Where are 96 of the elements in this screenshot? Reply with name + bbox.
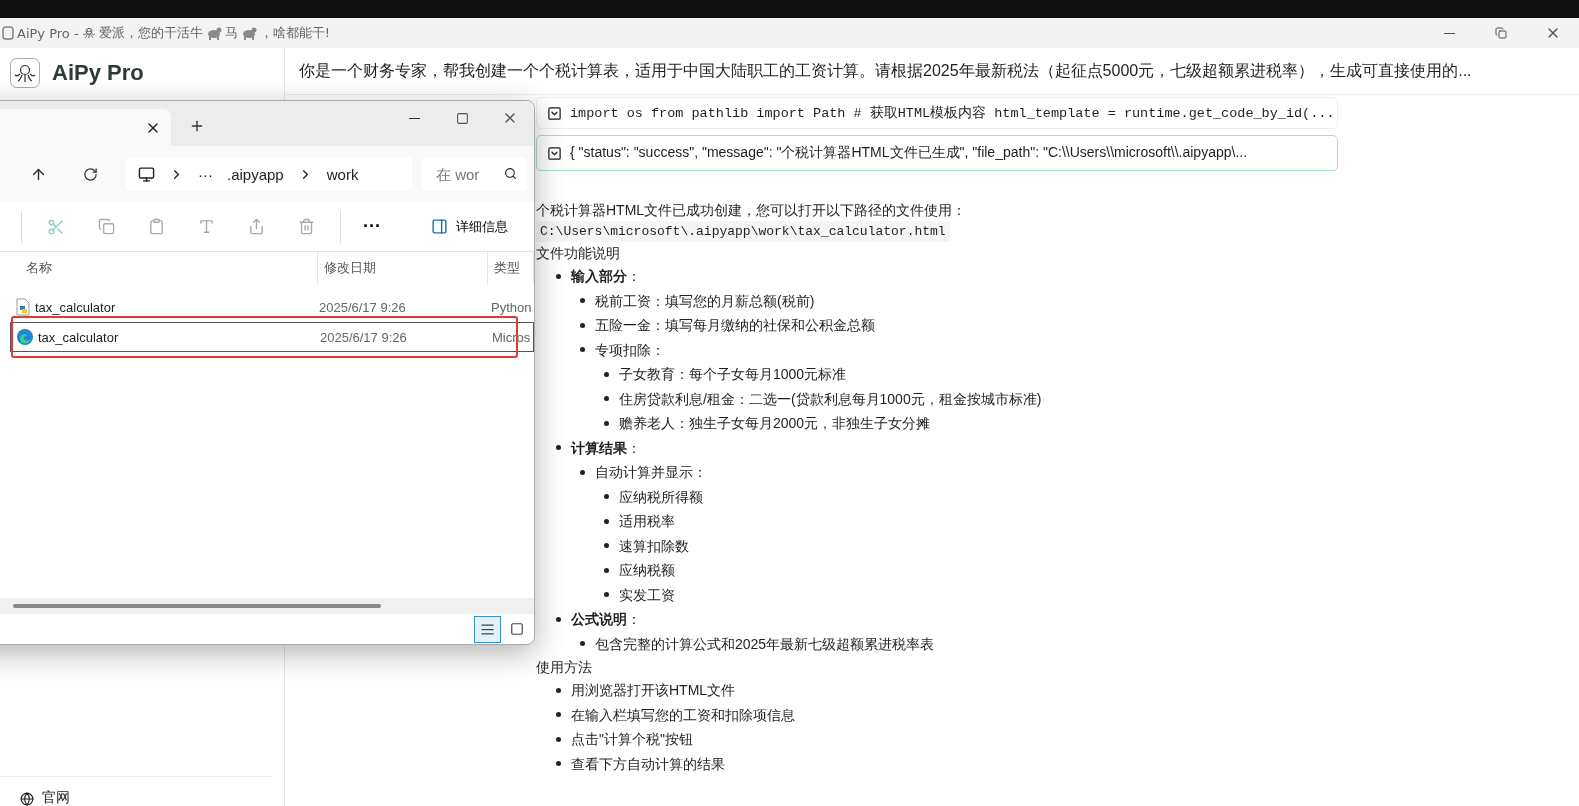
list-item: 计算结果： (571, 438, 641, 458)
list-item: 应纳税所得额 (619, 487, 703, 507)
address-bar[interactable]: ··· .aipyapp work (126, 157, 412, 191)
column-header[interactable]: 名称 (0, 252, 318, 284)
horizontal-scrollbar[interactable] (0, 598, 534, 614)
bullet-icon (556, 736, 561, 742)
window-title: AiPy Pro - (17, 25, 79, 41)
plus-icon (189, 118, 205, 134)
copy-icon (97, 218, 115, 235)
bullet-icon (604, 420, 609, 426)
breadcrumb[interactable]: ··· (198, 165, 213, 183)
list-item: 查看下方自动计算的结果 (571, 754, 725, 774)
list-item: 适用税率 (619, 512, 675, 531)
list-item: 赡养老人：独生子女每月2000元，非独生子女分摊 (619, 414, 931, 433)
breadcrumb[interactable]: work (326, 165, 359, 183)
tile-view-icon (509, 622, 524, 636)
search-field[interactable]: 在 wor (422, 157, 527, 191)
list-item: 在输入栏填写您的工资和扣除项信息 (571, 705, 795, 725)
bullet-icon (556, 761, 561, 767)
scissors-icon (47, 217, 65, 236)
file-date: 2025/6/17 9:26 (318, 299, 407, 315)
app-icon (2, 26, 14, 40)
file-path: C:\Users\microsoft\.aipyapp\work\tax_calculator.html (536, 221, 950, 242)
list-item: 公式说明： (571, 610, 641, 629)
list-item: 专项扣除： (595, 340, 665, 360)
bullet-icon (580, 298, 585, 304)
bullet-icon (604, 396, 609, 402)
file-row[interactable]: tax_calculator 2025/6/17 9:26 Python (10, 292, 534, 322)
view-button[interactable] (474, 615, 501, 643)
answer-text: 个税计算器HTML文件已成功创建，您可以打开以下路径的文件使用： (536, 201, 968, 220)
bullet-icon (580, 347, 585, 353)
bullet-icon (556, 273, 561, 279)
file-name: tax_calculator (38, 329, 119, 345)
bullet-icon (580, 322, 585, 328)
collapse-icon[interactable] (547, 105, 562, 121)
list-item: 输入部分： (571, 267, 641, 286)
section-heading: 文件功能说明 (536, 244, 621, 263)
bullet-icon (604, 494, 609, 500)
octopus-icon (81, 26, 96, 40)
file-date: 2025/6/17 9:26 (319, 329, 408, 345)
edge-file-icon (16, 328, 34, 346)
column-header[interactable]: 修改日期 (318, 252, 488, 284)
user-prompt: 你是一个财务专家，帮我创建一个个税计算表，适用于中国大陆职工的工资计算。请根据2025年最新税法（起征点5000元，七级超额累进税率），生成可直接使用的... (285, 48, 1579, 95)
bullet-icon (556, 712, 561, 718)
list-item: 包含完整的计算公式和2025年最新七级超额累进税率表 (595, 634, 935, 654)
maximize-icon (455, 111, 469, 125)
list-item: 应纳税额 (619, 561, 675, 580)
restore-icon (1495, 27, 1507, 39)
globe-icon (20, 792, 34, 806)
section-heading: 使用方法 (536, 658, 593, 677)
rename-icon (197, 218, 215, 235)
list-item: 五险一金：填写每月缴纳的社保和公积金总额 (595, 316, 875, 335)
file-name: tax_calculator (35, 299, 116, 315)
bullet-icon (604, 592, 609, 598)
computer-icon (138, 165, 155, 183)
bullet-icon (580, 641, 585, 647)
trash-icon (297, 218, 315, 235)
bullet-icon (604, 371, 609, 377)
app-name: AiPy Pro (52, 60, 144, 86)
share-icon (247, 218, 265, 235)
bullet-icon (556, 687, 561, 693)
code-block[interactable]: import os from pathlib import Path # 获取HTML模板内容 html_template = runtime.get_code_by_id(... (536, 97, 1338, 129)
breadcrumb[interactable]: .aipyapp (227, 165, 284, 183)
window-title: 马 (224, 24, 238, 42)
details-button[interactable]: 详细信息 (425, 216, 514, 237)
clipboard-icon (147, 218, 165, 235)
more-button[interactable]: ··· (359, 216, 385, 237)
bullet-icon (556, 445, 561, 451)
list-item: 速算扣除数 (619, 536, 689, 556)
list-view-icon (480, 621, 495, 637)
bullet-icon (604, 543, 609, 549)
python-file-icon (15, 298, 31, 316)
minimize-icon (408, 117, 420, 119)
refresh-icon (82, 166, 98, 182)
window-title: ，啥都能干! (259, 24, 330, 42)
result-block[interactable]: { "status": "success", "message": "个税计算器HTML文件已生成", "file_path": "C:\\Users\\microsoft\\.aipyapp\... (536, 135, 1338, 171)
panel-icon (431, 218, 448, 235)
list-item: 子女教育：每个子女每月1000元标准 (619, 365, 847, 384)
list-item: 税前工资：填写您的月薪总额(税前) (595, 291, 815, 311)
file-type: Python (490, 299, 533, 315)
list-item: 用浏览器打开该HTML文件 (571, 681, 736, 700)
bullet-icon (556, 616, 561, 622)
list-item: 自动计算并显示： (595, 463, 707, 482)
column-header[interactable]: 类型 (488, 252, 534, 284)
bullet-icon (604, 567, 609, 573)
collapse-icon[interactable] (547, 145, 562, 161)
window-title: 爱派，您的干活牛 (98, 24, 203, 42)
website-link[interactable]: 官网 (42, 788, 70, 806)
bullet-icon (580, 469, 585, 475)
list-item: 实发工资 (619, 585, 675, 605)
list-item: 住房贷款利息/租金：二选一(贷款利息每月1000元，租金按城市标准) (619, 389, 1042, 409)
bullet-icon (604, 518, 609, 524)
minimize-icon (1443, 32, 1455, 34)
logo-icon (10, 58, 40, 88)
list-item: 点击"计算个税"按钮 (571, 730, 693, 749)
search-icon (504, 167, 517, 180)
